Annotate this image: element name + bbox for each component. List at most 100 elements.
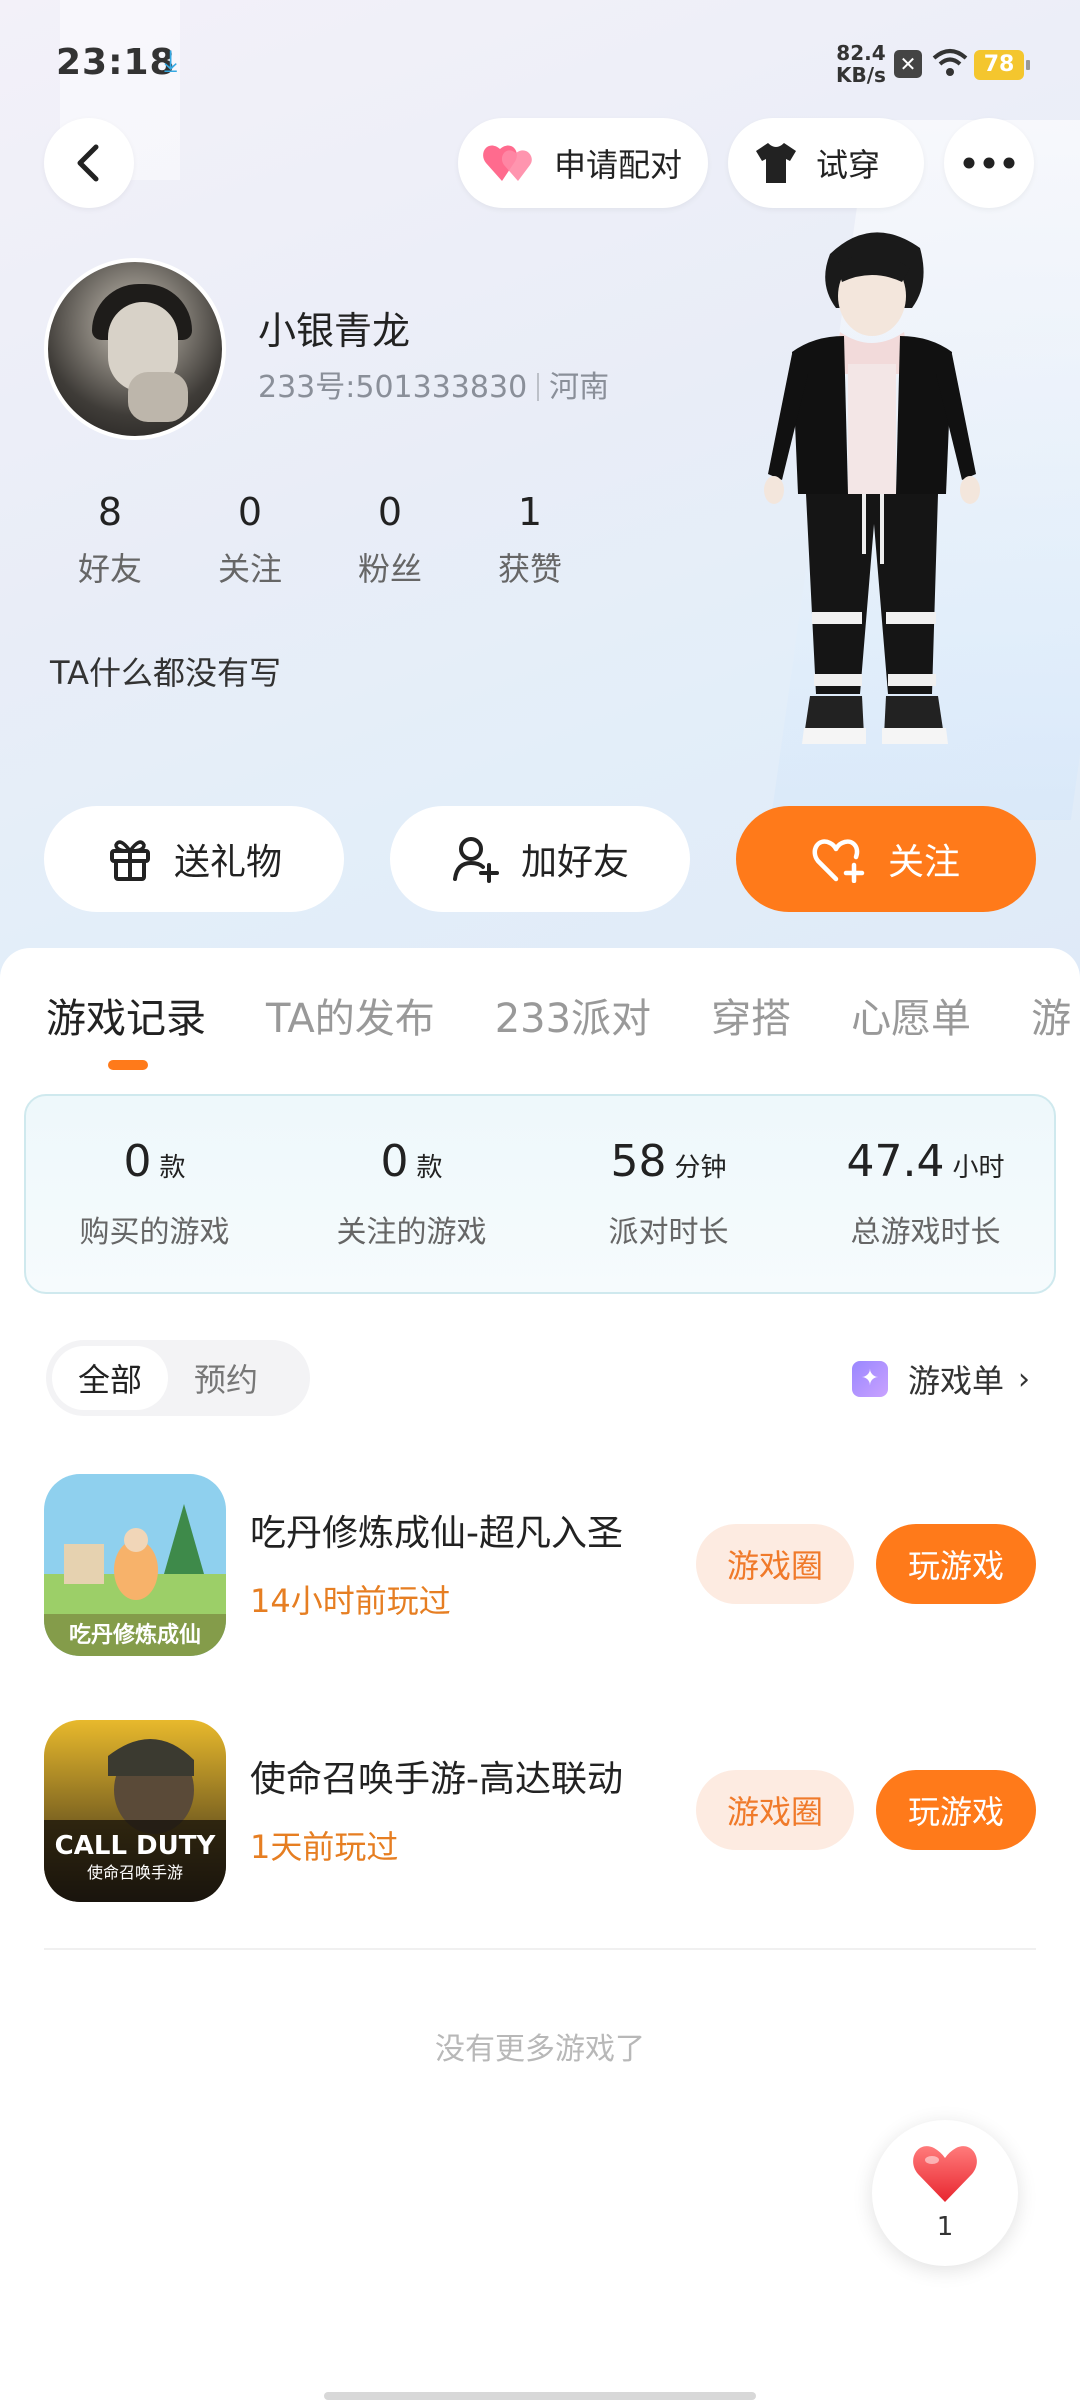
match-request-label: 申请配对: [554, 146, 683, 184]
active-tab-indicator: [108, 1060, 148, 1070]
game-last-played: 1天前玩过: [250, 1828, 399, 1866]
game-icon-caption: 吃丹修炼成仙: [69, 1622, 201, 1648]
filter-all[interactable]: 全部: [52, 1346, 169, 1410]
profile-stats: 8 好友 0 关注 0 粉丝 1 获赞: [40, 490, 600, 590]
wifi-icon: [932, 49, 968, 76]
add-user-icon: [451, 835, 501, 883]
avatar[interactable]: [44, 258, 226, 440]
stat-following[interactable]: 0 关注: [180, 490, 320, 590]
double-heart-icon: [482, 141, 538, 185]
list-divider: [44, 1948, 1036, 1950]
battery-icon: 78: [974, 50, 1030, 80]
user-id-line: 233号:501333830 河南: [258, 362, 609, 406]
like-count: 1: [936, 2212, 954, 2242]
home-indicator[interactable]: [324, 2392, 756, 2400]
stat-value: 0: [237, 490, 263, 534]
tshirt-icon: [752, 141, 800, 185]
summary-label: 关注的游戏: [336, 1215, 487, 1250]
tab-wishlist[interactable]: 心愿单: [851, 986, 971, 1044]
stat-label: 关注: [217, 550, 282, 588]
like-button[interactable]: 1: [872, 2120, 1018, 2266]
summary-total-time: 47.4 小时 总游戏时长: [797, 1096, 1054, 1292]
net-speed: 82.4 KB/s: [836, 42, 886, 86]
follow-label: 关注: [887, 842, 960, 883]
play-game-button[interactable]: 玩游戏: [876, 1770, 1036, 1850]
heart-icon: [913, 2146, 977, 2202]
stat-label: 粉丝: [357, 550, 422, 588]
divider: [537, 373, 540, 401]
tab-more[interactable]: 游: [1031, 986, 1071, 1044]
game-list-link[interactable]: ✦ 游戏单 ›: [851, 1356, 1030, 1402]
net-speed-unit: KB/s: [836, 63, 886, 87]
send-gift-button[interactable]: 送礼物: [44, 806, 344, 912]
stat-likes[interactable]: 1 获赞: [460, 490, 600, 590]
game-summary-card: 0款 购买的游戏 0款 关注的游戏 58 分钟 派对时长 47.4 小时 总游戏时长: [24, 1094, 1056, 1294]
chevron-right-icon: ›: [1018, 1361, 1030, 1397]
summary-unit: 小时: [952, 1153, 1005, 1183]
tab-game-records[interactable]: 游戏记录: [46, 986, 206, 1044]
game-icon[interactable]: 吃丹修炼成仙: [44, 1474, 226, 1656]
try-on-label: 试穿: [816, 146, 881, 184]
status-bar: 23:18 ⤓ 82.4 KB/s ✕ 78: [0, 0, 1080, 120]
stat-value: 0: [377, 490, 403, 534]
summary-label: 派对时长: [608, 1215, 729, 1250]
play-game-button[interactable]: 玩游戏: [876, 1524, 1036, 1604]
stat-fans[interactable]: 0 粉丝: [320, 490, 460, 590]
username: 小银青龙: [258, 309, 411, 353]
net-speed-value: 82.4: [836, 41, 886, 65]
gift-icon: [106, 835, 154, 883]
summary-value: 58: [610, 1136, 667, 1187]
summary-label: 购买的游戏: [79, 1215, 230, 1250]
game-title: 吃丹修炼成仙-超凡入圣: [250, 1513, 623, 1554]
game-list-label: 游戏单: [907, 1362, 1004, 1400]
stat-label: 好友: [77, 550, 142, 588]
tab-outfits[interactable]: 穿搭: [711, 986, 791, 1044]
summary-value: 0: [123, 1136, 152, 1187]
send-gift-label: 送礼物: [173, 842, 282, 883]
back-button[interactable]: [44, 118, 134, 208]
summary-value: 47.4: [846, 1136, 945, 1187]
user-region: 河南: [549, 370, 610, 405]
stat-value: 1: [517, 490, 543, 534]
summary-followed: 0款 关注的游戏: [283, 1096, 540, 1292]
game-circle-button[interactable]: 游戏圈: [696, 1770, 854, 1850]
avatar-hand: [128, 372, 188, 422]
stat-friends[interactable]: 8 好友: [40, 490, 180, 590]
follow-button[interactable]: 关注: [736, 806, 1036, 912]
tab-posts[interactable]: TA的发布: [266, 986, 435, 1044]
summary-party-time: 58 分钟 派对时长: [540, 1096, 797, 1292]
match-request-button[interactable]: 申请配对: [458, 118, 708, 208]
game-icon-subcaption: 使命召唤手游: [87, 1863, 183, 1882]
game-icon[interactable]: CALL DUTY 使命召唤手游: [44, 1720, 226, 1902]
try-on-button[interactable]: 试穿: [728, 118, 924, 208]
bio-text: TA什么都没有写: [50, 654, 281, 692]
back-arrow-icon: [77, 144, 99, 182]
summary-label: 总游戏时长: [850, 1215, 1001, 1250]
filter-toggle: 全部 预约: [46, 1340, 310, 1416]
filter-reserve[interactable]: 预约: [168, 1346, 284, 1410]
game-icon-caption: CALL DUTY: [55, 1831, 217, 1861]
game-title: 使命召唤手游-高达联动: [250, 1759, 623, 1800]
heart-plus-icon: [812, 835, 868, 883]
tab-party[interactable]: 233派对: [495, 986, 651, 1044]
add-friend-button[interactable]: 加好友: [390, 806, 690, 912]
sparkle-icon: ✦: [851, 1361, 888, 1397]
more-button[interactable]: [944, 118, 1034, 208]
summary-unit: 款: [416, 1153, 443, 1183]
stat-value: 8: [97, 490, 123, 534]
notification-icon: ✕: [894, 50, 922, 78]
stat-label: 获赞: [497, 550, 562, 588]
user-id: 233号:501333830: [258, 370, 528, 405]
download-icon: ⤓: [164, 44, 178, 79]
avatar-character[interactable]: [752, 224, 992, 804]
status-time: 23:18: [56, 42, 176, 83]
tab-bar: 游戏记录 TA的发布 233派对 穿搭 心愿单 游: [46, 986, 1080, 1044]
game-last-played: 14小时前玩过: [250, 1582, 451, 1620]
game-row[interactable]: 吃丹修炼成仙 吃丹修炼成仙-超凡入圣 14小时前玩过 游戏圈 玩游戏: [0, 1474, 1080, 1656]
game-row[interactable]: CALL DUTY 使命召唤手游 使命召唤手游-高达联动 1天前玩过 游戏圈 玩…: [0, 1720, 1080, 1902]
add-friend-label: 加好友: [520, 842, 629, 883]
summary-value: 0: [380, 1136, 409, 1187]
no-more-games-text: 没有更多游戏了: [435, 2032, 645, 2067]
summary-unit: 分钟: [674, 1153, 727, 1183]
game-circle-button[interactable]: 游戏圈: [696, 1524, 854, 1604]
